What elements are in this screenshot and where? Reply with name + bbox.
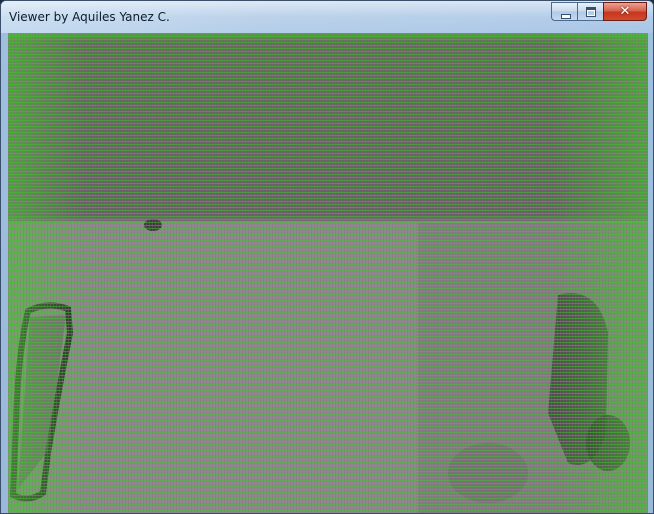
maximize-icon [586, 7, 596, 17]
close-button[interactable]: ✕ [603, 2, 647, 21]
caption-buttons: ✕ [551, 2, 647, 22]
viewer-window: Viewer by Aquiles Yanez C. ✕ [0, 0, 654, 514]
maximize-button[interactable] [577, 2, 603, 21]
close-icon: ✕ [619, 4, 631, 19]
title-bar[interactable]: Viewer by Aquiles Yanez C. ✕ [1, 1, 653, 33]
camera-frame [8, 33, 648, 513]
minimize-icon [561, 14, 571, 19]
minimize-button[interactable] [551, 2, 577, 21]
video-viewport[interactable] [8, 33, 648, 513]
window-title: Viewer by Aquiles Yanez C. [9, 10, 170, 24]
